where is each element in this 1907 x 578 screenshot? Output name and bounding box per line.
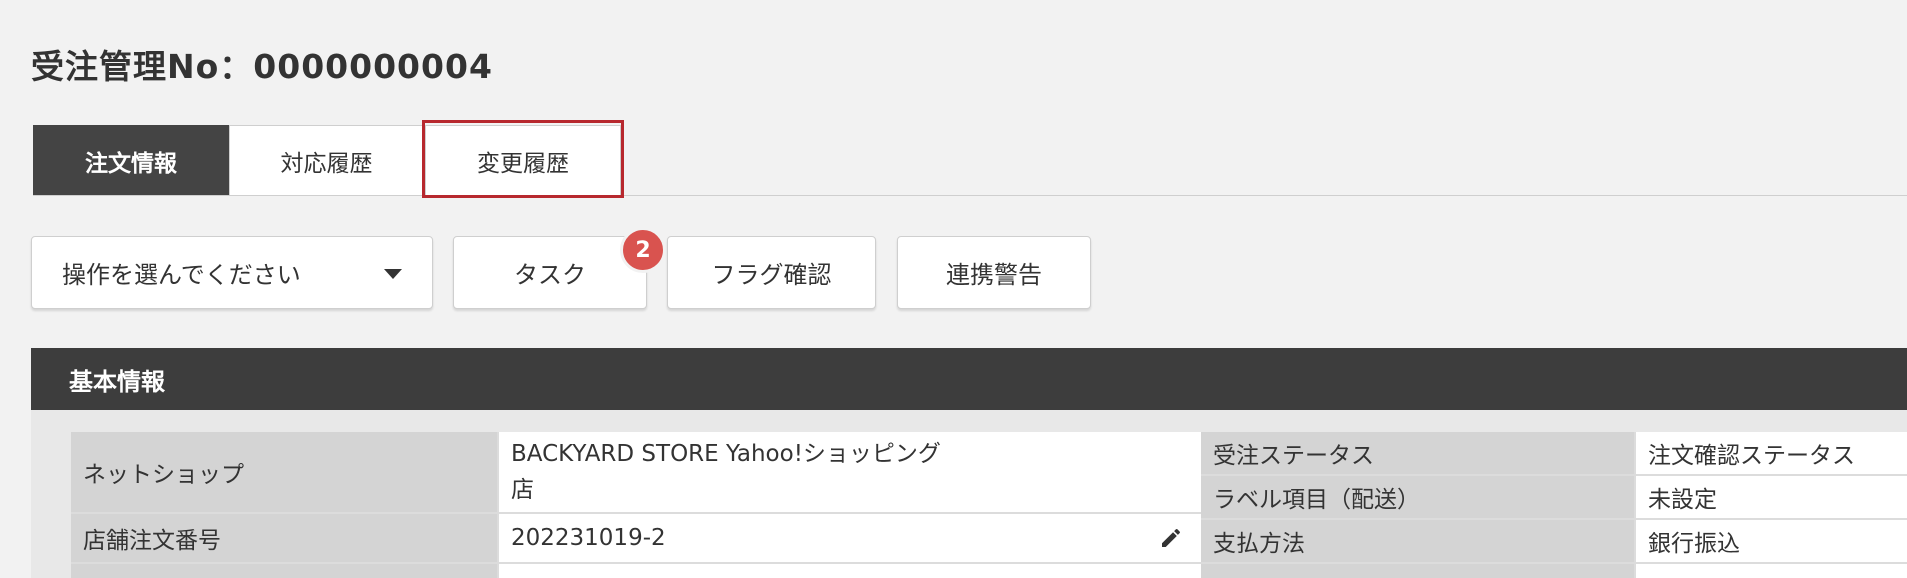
label-net-shop: ネットショップ (71, 432, 497, 512)
label-payment-method: 支払方法 (1201, 520, 1634, 562)
value-net-shop-line1: BACKYARD STORE Yahoo!ショッピング (511, 441, 941, 467)
task-count-badge: 2 (620, 227, 666, 273)
flag-check-button[interactable]: フラグ確認 (667, 236, 876, 309)
chevron-down-icon (384, 269, 402, 279)
basic-info-left-table: ネットショップ BACKYARD STORE Yahoo!ショッピング 店 店舗… (71, 432, 1205, 578)
label-store-order-number: 店舗注文番号 (71, 514, 497, 562)
tab-label: 変更履歴 (477, 150, 569, 177)
tab-order-info[interactable]: 注文情報 (33, 125, 229, 195)
basic-info-right-table: 受注ステータス 注文確認ステータス ラベル項目（配送） 未設定 支払方法 銀行振… (1201, 432, 1907, 578)
basic-info-section: 基本情報 ネットショップ BACKYARD STORE Yahoo!ショッピング… (31, 348, 1907, 578)
value-net-shop: BACKYARD STORE Yahoo!ショッピング 店 (499, 432, 1205, 512)
label-next-row (1201, 564, 1634, 578)
tab-bar: 注文情報 対応履歴 変更履歴 (33, 125, 1907, 196)
pencil-icon[interactable] (1159, 526, 1183, 550)
value-net-shop-line2: 店 (511, 477, 534, 503)
tab-label: 注文情報 (85, 150, 177, 177)
label-next-row (71, 564, 497, 578)
task-button-label: タスク (514, 261, 586, 289)
label-shipping-label: ラベル項目（配送） (1201, 476, 1634, 518)
page-title: 受注管理No：0000000004 (31, 47, 493, 86)
section-title: 基本情報 (31, 348, 1907, 410)
value-order-status: 注文確認ステータス (1636, 432, 1907, 474)
value-store-order-number: 202231019-2 (499, 514, 1205, 562)
label-order-status: 受注ステータス (1201, 432, 1634, 474)
value-payment-method: 銀行振込 (1636, 520, 1907, 562)
tab-label: 対応履歴 (280, 150, 373, 177)
integration-alert-button[interactable]: 連携警告 (897, 236, 1091, 309)
order-detail-page: 受注管理No：0000000004 注文情報 対応履歴 変更履歴 操作を選んでく… (0, 0, 1907, 578)
value-next-row (499, 564, 1205, 578)
integration-alert-label: 連携警告 (946, 261, 1042, 289)
tab-response-history[interactable]: 対応履歴 (229, 125, 424, 195)
operation-select[interactable]: 操作を選んでください (31, 236, 433, 309)
value-shipping-label: 未設定 (1636, 476, 1907, 518)
tab-change-history[interactable]: 変更履歴 (425, 125, 621, 195)
store-order-number: 202231019-2 (511, 525, 666, 551)
value-next-row (1636, 564, 1907, 578)
flag-check-label: フラグ確認 (711, 261, 832, 289)
task-button[interactable]: タスク (453, 236, 647, 309)
operation-select-value: 操作を選んでください (62, 261, 301, 289)
